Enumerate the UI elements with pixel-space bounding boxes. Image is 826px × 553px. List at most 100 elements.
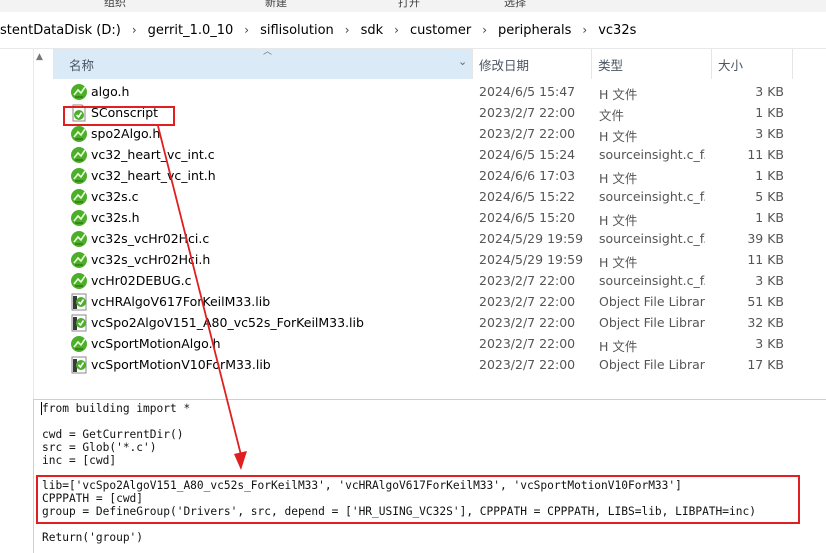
sourceinsight-file-icon	[70, 251, 88, 269]
file-name: vc32s.c	[91, 189, 139, 204]
file-row[interactable]: vc32_heart_vc_int.h 2024/6/6 17:03 H 文件 1 K…	[0, 166, 826, 187]
file-name: vcSportMotionAlgo.h	[91, 336, 221, 351]
file-row[interactable]: vcSportMotionV10ForM33.lib 2023/2/7 22:00…	[0, 355, 826, 376]
sourceinsight-file-icon	[70, 230, 88, 248]
file-row[interactable]: vc32s_vcHr02Hci.c 2024/5/29 19:59 sourcein…	[0, 229, 826, 250]
file-name: vc32s_vcHr02Hci.c	[91, 231, 210, 246]
breadcrumb-siflisolution[interactable]: siflisolution	[253, 23, 341, 38]
code-highlight-box	[36, 475, 800, 524]
file-row[interactable]: vc32s.c 2024/6/5 15:22 sourceinsight.c_f..…	[0, 187, 826, 208]
chevron-right-icon[interactable]: ›	[390, 23, 403, 37]
code-imports: from building import * cwd = GetCurrentD…	[42, 402, 191, 467]
ribbon-group-select[interactable]: 选择	[504, 0, 526, 10]
file-modified-date: 2023/2/7 22:00	[479, 357, 576, 372]
ribbon-group-new[interactable]: 新建	[265, 0, 287, 10]
file-modified-date: 2023/2/7 22:00	[479, 294, 576, 309]
file-row[interactable]: vc32_heart_vc_int.c 2024/6/5 15:24 sourcei…	[0, 145, 826, 166]
file-size: 11 KB	[747, 252, 784, 267]
breadcrumb-drive[interactable]: stentDataDisk (D:)	[0, 23, 128, 38]
file-modified-date: 2024/6/5 15:47	[479, 84, 576, 99]
breadcrumb-vc32s[interactable]: vc32s	[591, 23, 643, 38]
file-row[interactable]: vcSpo2AlgoV151_A80_vc52s_ForKeilM33.lib 2…	[0, 313, 826, 334]
library-file-icon	[70, 293, 88, 311]
library-file-icon	[70, 356, 88, 374]
file-type: H 文件	[599, 339, 638, 354]
ribbon-group-open[interactable]: 打开	[398, 0, 420, 10]
file-modified-date: 2024/6/5 15:24	[479, 147, 576, 162]
chevron-right-icon[interactable]: ›	[128, 23, 141, 37]
file-type: sourceinsight.c_f...	[599, 231, 705, 246]
file-type: H 文件	[599, 171, 638, 186]
file-type: sourceinsight.c_f...	[599, 147, 705, 162]
column-header-type[interactable]: 类型	[592, 49, 711, 79]
breadcrumb-sdk[interactable]: sdk	[354, 23, 391, 38]
sort-ascending-icon: ︿	[263, 47, 273, 57]
file-size: 5 KB	[755, 189, 784, 204]
sourceinsight-file-icon	[70, 146, 88, 164]
file-size: 51 KB	[747, 294, 784, 309]
file-modified-date: 2023/2/7 22:00	[479, 105, 576, 120]
file-size: 32 KB	[747, 315, 784, 330]
file-name: vc32_heart_vc_int.h	[91, 168, 216, 183]
breadcrumb-customer[interactable]: customer	[403, 23, 478, 38]
file-size: 1 KB	[755, 168, 784, 183]
sourceinsight-file-icon	[70, 188, 88, 206]
file-name: vcSportMotionV10ForM33.lib	[91, 357, 271, 372]
file-name: vcSpo2AlgoV151_A80_vc52s_ForKeilM33.lib	[91, 315, 364, 330]
file-name: vc32s.h	[91, 210, 140, 225]
file-size: 3 KB	[755, 336, 784, 351]
file-row[interactable]: spo2Algo.h 2023/2/7 22:00 H 文件 3 KB	[0, 124, 826, 145]
file-modified-date: 2023/2/7 22:00	[479, 336, 576, 351]
sourceinsight-file-icon	[70, 335, 88, 353]
sourceinsight-file-icon	[70, 83, 88, 101]
file-row[interactable]: algo.h 2024/6/5 15:47 H 文件 3 KB	[0, 82, 826, 103]
code-return: Return('group')	[42, 531, 144, 544]
file-size: 3 KB	[755, 126, 784, 141]
file-row[interactable]: vcHr02DEBUG.c 2023/2/7 22:00 sourceinsight…	[0, 271, 826, 292]
file-row[interactable]: vc32s_vcHr02Hci.h 2024/5/29 19:59 H 文件 11 K…	[0, 250, 826, 271]
breadcrumb-peripherals[interactable]: peripherals	[491, 23, 578, 38]
file-type: 文件	[599, 108, 625, 123]
file-size: 3 KB	[755, 273, 784, 288]
file-modified-date: 2023/2/7 22:00	[479, 315, 576, 330]
file-type: H 文件	[599, 213, 638, 228]
file-type: Object File Library	[599, 315, 705, 330]
file-size: 3 KB	[755, 84, 784, 99]
file-name: algo.h	[91, 84, 130, 99]
file-type: H 文件	[599, 255, 638, 270]
file-modified-date: 2024/5/29 19:59	[479, 231, 584, 246]
file-modified-date: 2023/2/7 22:00	[479, 273, 576, 288]
file-type: sourceinsight.c_f...	[599, 273, 705, 288]
file-row[interactable]: vcHRAlgoV617ForKeilM33.lib 2023/2/7 22:00…	[0, 292, 826, 313]
file-modified-date: 2024/6/5 15:22	[479, 189, 576, 204]
scroll-up-arrow-icon[interactable]: ▲	[36, 52, 43, 62]
column-header-modified[interactable]: 修改日期	[473, 49, 591, 79]
file-row[interactable]: vc32s.h 2024/6/5 15:20 H 文件 1 KB	[0, 208, 826, 229]
column-modified-label: 修改日期	[479, 57, 530, 73]
chevron-right-icon[interactable]: ›	[478, 23, 491, 37]
file-modified-date: 2024/5/29 19:59	[479, 252, 584, 267]
file-size: 39 KB	[747, 231, 784, 246]
file-name: vcHr02DEBUG.c	[91, 273, 192, 288]
column-header-size[interactable]: 大小	[712, 49, 792, 79]
file-name: vcHRAlgoV617ForKeilM33.lib	[91, 294, 271, 309]
file-type: H 文件	[599, 129, 638, 144]
text-cursor	[41, 402, 42, 415]
column-type-label: 类型	[598, 57, 624, 73]
ribbon-group-organize[interactable]: 组织	[104, 0, 126, 10]
file-row[interactable]: vcSportMotionAlgo.h 2023/2/7 22:00 H 文件 3 K…	[0, 334, 826, 355]
column-divider[interactable]	[792, 49, 793, 79]
file-type: sourceinsight.c_f...	[599, 189, 705, 204]
file-modified-date: 2024/6/5 15:20	[479, 210, 576, 225]
address-bar[interactable]: stentDataDisk (D:) › gerrit_1.0_10 › sif…	[0, 12, 826, 49]
file-size: 1 KB	[755, 210, 784, 225]
breadcrumb-gerrit[interactable]: gerrit_1.0_10	[141, 23, 241, 38]
column-filter-chevron-icon[interactable]: ⌄	[458, 55, 467, 68]
chevron-right-icon[interactable]: ›	[240, 23, 253, 37]
file-size: 11 KB	[747, 147, 784, 162]
file-name: vc32s_vcHr02Hci.h	[91, 252, 211, 267]
column-size-label: 大小	[718, 57, 744, 73]
chevron-right-icon[interactable]: ›	[341, 23, 354, 37]
file-type: Object File Library	[599, 294, 705, 309]
chevron-right-icon[interactable]: ›	[578, 23, 591, 37]
